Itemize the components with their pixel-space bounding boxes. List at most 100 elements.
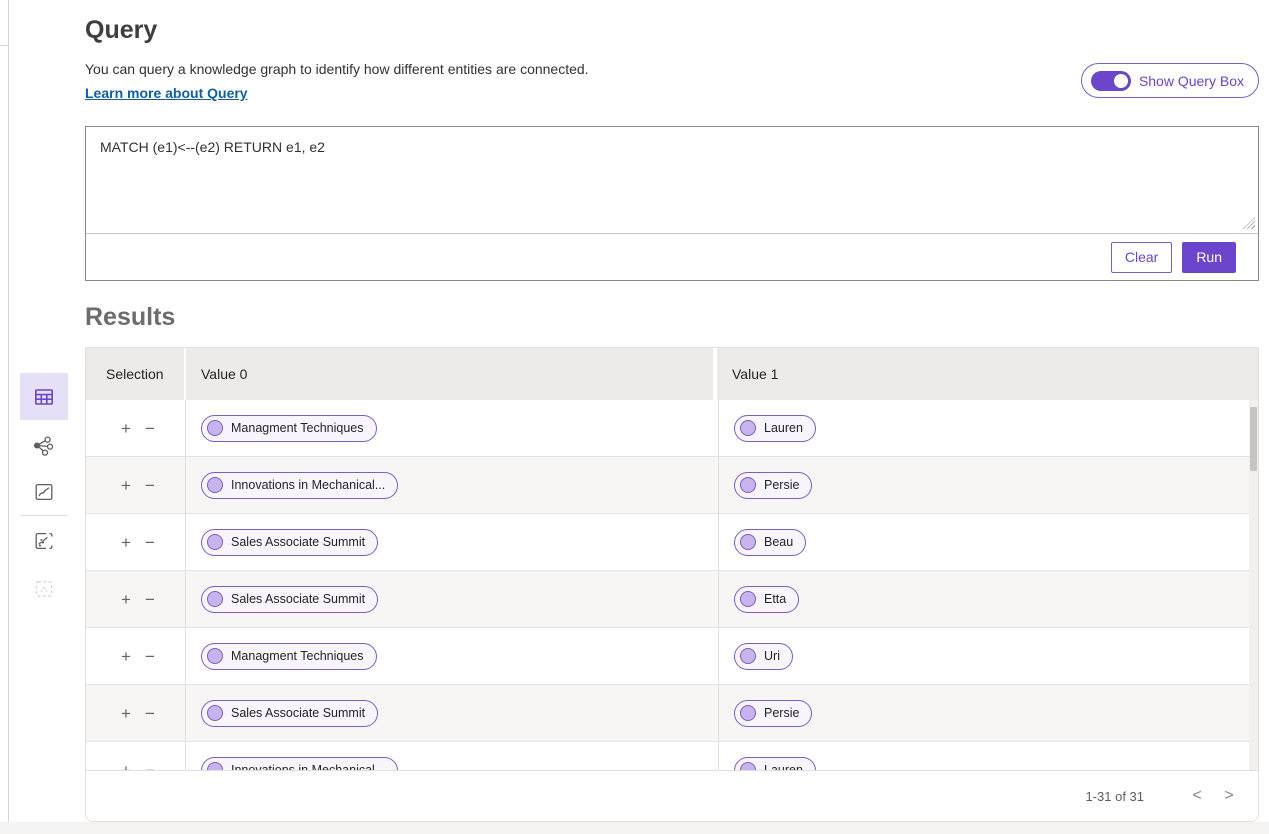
page-title: Query — [85, 16, 157, 45]
entity-dot-icon — [207, 420, 223, 436]
entity-label: Persie — [764, 706, 799, 720]
entity-chip[interactable]: Sales Associate Summit — [201, 700, 378, 727]
query-input[interactable]: MATCH (e1)<--(e2) RETURN e1, e2 — [86, 127, 1258, 234]
table-row: + − Innovations in Mechanical... Persie — [86, 457, 1258, 514]
column-header-value0[interactable]: Value 0 — [186, 348, 717, 400]
selection-cell: + − — [86, 742, 186, 772]
entity-chip[interactable]: Persie — [734, 472, 812, 499]
page-bottom-background — [0, 822, 1269, 834]
value0-cell: Managment Techniques — [186, 628, 719, 684]
view-switcher-divider — [20, 515, 68, 516]
value1-cell: Persie — [719, 685, 1258, 741]
value0-cell: Innovations in Mechanical... — [186, 742, 719, 772]
value1-cell: Lauren — [719, 400, 1258, 456]
query-box: MATCH (e1)<--(e2) RETURN e1, e2 Clear Ru… — [85, 126, 1259, 281]
table-row: + − Managment Techniques Lauren — [86, 400, 1258, 457]
entity-dot-icon — [207, 591, 223, 607]
table-view-button[interactable] — [20, 373, 68, 420]
entity-chip[interactable]: Managment Techniques — [201, 643, 377, 670]
entity-chip[interactable]: Etta — [734, 586, 799, 613]
entity-chip[interactable]: Uri — [734, 643, 793, 670]
table-row: + − Sales Associate Summit Persie — [86, 685, 1258, 742]
chart-icon — [32, 480, 56, 504]
entity-label: Innovations in Mechanical... — [231, 478, 385, 492]
entity-chip[interactable]: Sales Associate Summit — [201, 529, 378, 556]
toggle-label: Show Query Box — [1139, 73, 1244, 89]
entity-dot-icon — [207, 705, 223, 721]
entity-label: Etta — [764, 592, 786, 606]
value0-cell: Innovations in Mechanical... — [186, 457, 719, 513]
entity-label: Persie — [764, 478, 799, 492]
entity-label: Sales Associate Summit — [231, 535, 365, 549]
add-selection-button[interactable]: + — [119, 475, 133, 496]
entity-label: Lauren — [764, 421, 803, 435]
remove-selection-button[interactable]: − — [143, 475, 157, 496]
table-row: + − Sales Associate Summit Beau — [86, 514, 1258, 571]
entity-label: Uri — [764, 649, 780, 663]
table-row: + − Managment Techniques Uri — [86, 628, 1258, 685]
value0-cell: Managment Techniques — [186, 400, 719, 456]
entity-label: Sales Associate Summit — [231, 592, 365, 606]
chevron-right-icon[interactable]: > — [1216, 783, 1242, 809]
table-header-row: Selection Value 0 Value 1 — [86, 348, 1258, 400]
column-header-selection[interactable]: Selection — [86, 348, 186, 400]
selection-cell: + − — [86, 685, 186, 741]
entity-label: Sales Associate Summit — [231, 706, 365, 720]
value1-cell: Persie — [719, 457, 1258, 513]
learn-more-link[interactable]: Learn more about Query — [85, 85, 248, 101]
selection-cell: + − — [86, 628, 186, 684]
entity-chip[interactable]: Managment Techniques — [201, 415, 377, 442]
map-view-button[interactable] — [20, 527, 68, 555]
entity-dot-icon — [740, 534, 756, 550]
entity-dot-icon — [740, 705, 756, 721]
add-selection-button[interactable]: + — [119, 703, 133, 724]
add-selection-button[interactable]: + — [119, 418, 133, 439]
chevron-left-icon[interactable]: < — [1184, 783, 1210, 809]
table-row: + − Innovations in Mechanical... Lauren — [86, 742, 1258, 772]
entity-chip[interactable]: Innovations in Mechanical... — [201, 472, 398, 499]
entity-chip[interactable]: Lauren — [734, 415, 816, 442]
remove-selection-button[interactable]: − — [143, 589, 157, 610]
clear-button[interactable]: Clear — [1111, 242, 1172, 273]
entity-dot-icon — [207, 648, 223, 664]
remove-selection-button[interactable]: − — [143, 532, 157, 553]
value0-cell: Sales Associate Summit — [186, 685, 719, 741]
value1-cell: Etta — [719, 571, 1258, 627]
entity-dot-icon — [740, 648, 756, 664]
chart-view-button[interactable] — [20, 478, 68, 506]
entity-chip[interactable]: Persie — [734, 700, 812, 727]
value1-cell: Lauren — [719, 742, 1258, 772]
selection-cell: + − — [86, 400, 186, 456]
graph-view-button[interactable] — [20, 432, 68, 460]
results-title: Results — [85, 303, 175, 332]
table-icon — [32, 385, 56, 409]
run-button[interactable]: Run — [1182, 242, 1236, 273]
collapsed-panel-divider — [8, 0, 9, 834]
selection-view-button — [20, 575, 68, 603]
table-scrollbar-thumb[interactable] — [1250, 407, 1257, 471]
add-selection-button[interactable]: + — [119, 589, 133, 610]
remove-selection-button[interactable]: − — [143, 703, 157, 724]
show-query-box-toggle[interactable]: Show Query Box — [1081, 63, 1259, 98]
entity-label: Managment Techniques — [231, 649, 364, 663]
entity-label: Beau — [764, 535, 793, 549]
map-icon — [32, 529, 56, 553]
column-header-value1[interactable]: Value 1 — [717, 348, 1258, 400]
add-selection-button[interactable]: + — [119, 646, 133, 667]
selection-cell: + − — [86, 514, 186, 570]
entity-dot-icon — [740, 591, 756, 607]
table-body: + − Managment Techniques Lauren + − Inno… — [86, 400, 1258, 772]
entity-chip[interactable]: Sales Associate Summit — [201, 586, 378, 613]
query-description: You can query a knowledge graph to ident… — [85, 61, 589, 77]
toggle-on-icon[interactable] — [1091, 71, 1131, 91]
add-selection-button[interactable]: + — [119, 532, 133, 553]
remove-selection-button[interactable]: − — [143, 646, 157, 667]
selection-cell: + − — [86, 457, 186, 513]
results-table: Selection Value 0 Value 1 + − Managment … — [85, 347, 1259, 822]
value0-cell: Sales Associate Summit — [186, 571, 719, 627]
value1-cell: Uri — [719, 628, 1258, 684]
table-scrollbar-track[interactable] — [1249, 400, 1258, 772]
entity-chip[interactable]: Beau — [734, 529, 806, 556]
selection-cell: + − — [86, 571, 186, 627]
remove-selection-button[interactable]: − — [143, 418, 157, 439]
